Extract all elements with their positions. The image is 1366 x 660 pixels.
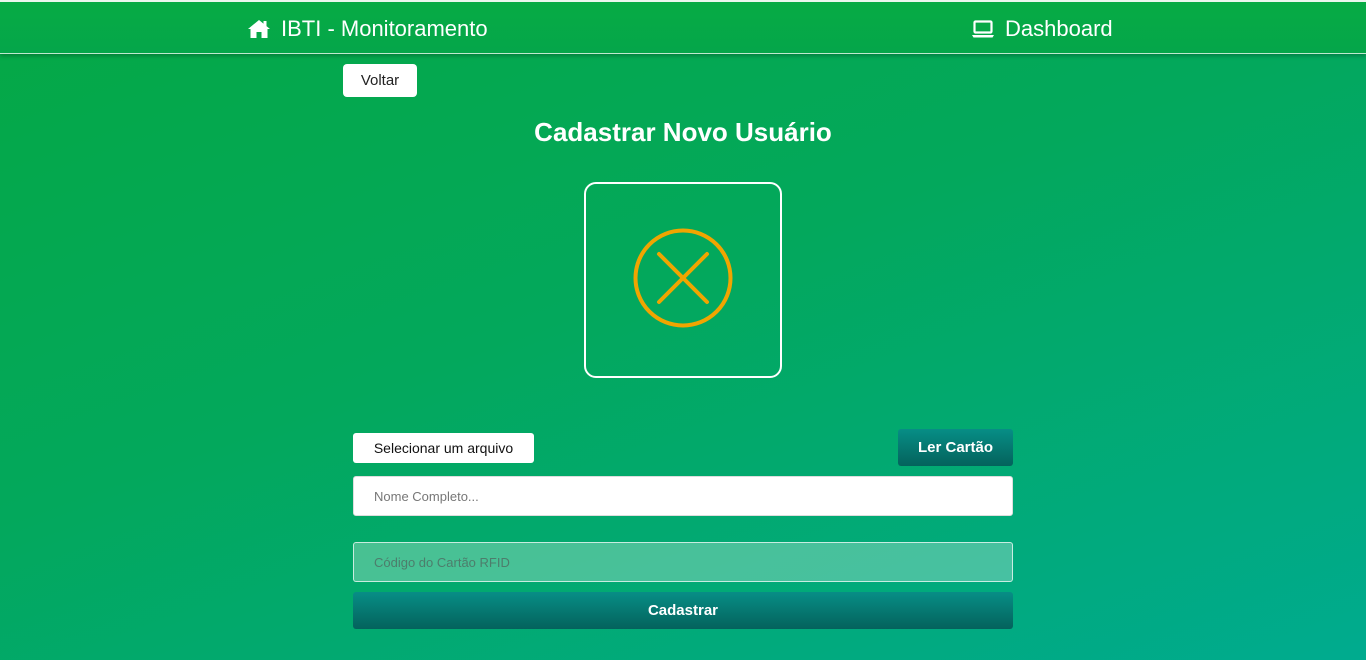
select-file-button[interactable]: Selecionar um arquivo	[353, 433, 534, 463]
x-circle-icon	[631, 226, 735, 335]
full-name-input[interactable]	[353, 476, 1013, 516]
brand-home-link[interactable]: IBTI - Monitoramento	[247, 16, 488, 42]
rfid-code-input[interactable]	[353, 542, 1013, 582]
back-button[interactable]: Voltar	[343, 64, 417, 97]
read-card-button[interactable]: Ler Cartão	[898, 429, 1013, 466]
dashboard-link[interactable]: Dashboard	[971, 16, 1113, 42]
laptop-icon	[971, 19, 995, 39]
dashboard-label: Dashboard	[1005, 16, 1113, 41]
photo-preview	[584, 182, 782, 378]
register-button[interactable]: Cadastrar	[353, 592, 1013, 629]
home-icon	[247, 19, 271, 39]
top-navbar: IBTI - Monitoramento Dashboard	[0, 0, 1366, 54]
brand-label: IBTI - Monitoramento	[281, 16, 488, 41]
page-title: Cadastrar Novo Usuário	[534, 117, 832, 147]
